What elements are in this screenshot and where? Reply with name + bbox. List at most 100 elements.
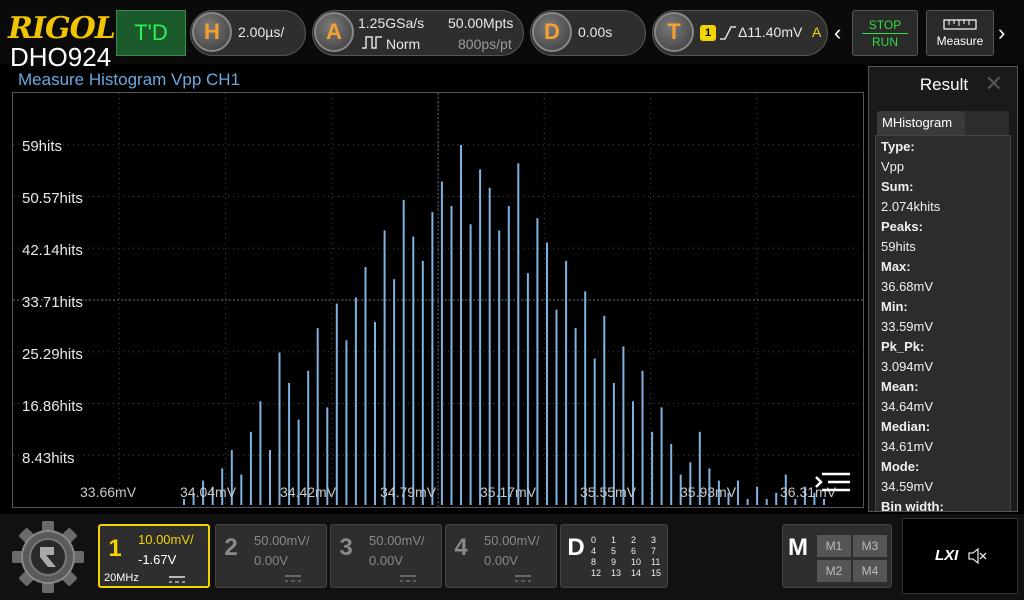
rising-edge-icon <box>720 26 736 40</box>
chevron-right-icon[interactable]: › <box>998 20 1005 46</box>
math-m3[interactable]: M3 <box>853 535 887 557</box>
histogram-bar <box>536 218 539 505</box>
result-label-bin-width: Bin width: <box>881 499 944 512</box>
chevron-left-icon[interactable]: ‹ <box>834 20 841 46</box>
histogram-bar <box>364 267 367 505</box>
histogram-bar <box>249 431 252 505</box>
run-label: RUN <box>872 35 898 49</box>
speaker-muted-icon[interactable] <box>967 547 987 565</box>
acquire-icon[interactable]: A <box>314 12 354 52</box>
lxi-status[interactable]: LXI <box>902 518 1018 594</box>
trigger-icon[interactable]: T <box>654 12 694 52</box>
y-label-0: 59hits <box>22 138 63 155</box>
channel-1-scale: 10.00mV/ <box>138 532 194 547</box>
result-value-max: 36.68mV <box>881 279 934 294</box>
y-label-3: 33.71hits <box>22 294 83 311</box>
histogram-bar <box>660 407 663 505</box>
horizontal-icon[interactable]: H <box>192 12 232 52</box>
result-label-max: Max: <box>881 259 911 274</box>
model-name: DHO924 <box>10 42 112 72</box>
channel-4-box[interactable]: 4 50.00mV/ 0.00V <box>445 524 557 588</box>
x-label-3: 34.79mV <box>380 484 437 500</box>
math-m2[interactable]: M2 <box>817 560 851 582</box>
acquire-mode: Norm <box>386 36 421 52</box>
gear-menu-icon[interactable] <box>8 518 88 596</box>
channel-2-box[interactable]: 2 50.00mV/ 0.00V <box>215 524 327 588</box>
result-value-peaks: 59hits <box>881 239 916 254</box>
digital-bit: 5 <box>611 546 617 556</box>
histogram-bar <box>269 450 271 505</box>
memory-depth: 50.00Mpts <box>448 15 514 31</box>
measure-button[interactable]: Measure <box>926 10 994 56</box>
stop-run-button[interactable]: STOP RUN <box>852 10 918 56</box>
menu-collapse-icon[interactable] <box>814 470 852 498</box>
tab-empty[interactable] <box>965 111 1009 135</box>
result-label-peaks: Peaks: <box>881 219 923 234</box>
brand-logo: RIGOL <box>8 11 116 46</box>
y-label-1: 50.57hits <box>22 190 83 207</box>
trigger-level: Δ11.40mV <box>738 24 803 40</box>
horizontal-scale: 2.00µs/ <box>238 24 285 40</box>
channel-4-number: 4 <box>454 534 468 561</box>
histogram-bar <box>479 169 482 505</box>
histogram-bar <box>259 401 262 505</box>
digital-bit: 6 <box>631 546 637 556</box>
delay-icon[interactable]: D <box>532 12 572 52</box>
histogram-bar <box>393 279 396 505</box>
math-channels-box[interactable]: M M1 M3 M2 M4 <box>782 524 892 588</box>
lxi-logo: LXI <box>935 547 959 564</box>
histogram-bar <box>460 145 462 505</box>
histogram-bar <box>507 206 510 505</box>
y-label-4: 25.29hits <box>22 346 83 363</box>
digital-channels-box[interactable]: D 0 1 2 3 4 5 6 7 8 9 10 11 12 13 14 15 <box>560 524 668 588</box>
digital-bit: 14 <box>631 568 642 578</box>
result-label-pkpk: Pk_Pk: <box>881 339 925 354</box>
channel-3-box[interactable]: 3 50.00mV/ 0.00V <box>330 524 442 588</box>
channel-3-scale: 50.00mV/ <box>369 533 425 548</box>
dc-coupling-icon <box>515 575 531 582</box>
histogram-bar <box>565 260 568 505</box>
digital-bit: 3 <box>651 535 657 545</box>
math-m4[interactable]: M4 <box>853 560 887 582</box>
measure-label: Measure <box>936 34 984 48</box>
histogram-bar <box>383 230 386 505</box>
digital-bit: 0 <box>591 535 597 545</box>
digital-bit: 2 <box>631 535 637 545</box>
result-value-type: Vpp <box>881 159 905 174</box>
dc-coupling-icon <box>285 575 301 582</box>
result-value-mean: 34.64mV <box>881 399 934 414</box>
digital-bit: 1 <box>611 535 617 545</box>
histogram-bar <box>651 431 654 505</box>
histogram-bar <box>450 206 453 505</box>
histogram-bar <box>421 260 424 505</box>
histogram-bar <box>374 321 376 505</box>
time-per-point: 800ps/pt <box>458 36 512 52</box>
x-label-2: 34.42mV <box>280 484 337 500</box>
result-value-sum: 2.074khits <box>881 199 941 214</box>
digital-bit: 9 <box>611 557 617 567</box>
channel-1-number: 1 <box>108 535 122 562</box>
math-m1[interactable]: M1 <box>817 535 851 557</box>
acquire-waveform-icon <box>362 36 382 49</box>
histogram-bar <box>412 236 415 505</box>
result-value-pkpk: 3.094mV <box>881 359 934 374</box>
top-bar: RIGOL DHO924 T'D H 2.00µs/ A 1.25GSa/s N… <box>0 0 1024 70</box>
digital-bit: 13 <box>611 568 622 578</box>
result-value-min: 33.59mV <box>881 319 934 334</box>
histogram-plot-area[interactable] <box>12 92 864 508</box>
dc-coupling-icon <box>400 575 416 582</box>
result-value-median: 34.61mV <box>881 439 934 454</box>
digital-bit: 11 <box>651 557 661 567</box>
histogram-bar <box>402 199 405 505</box>
tab-mhistogram[interactable]: MHistogram <box>877 111 965 135</box>
result-label-type: Type: <box>881 139 915 154</box>
td-button[interactable]: T'D <box>116 10 186 56</box>
histogram-bar <box>526 273 529 505</box>
channel-1-box[interactable]: 1 10.00mV/ -1.67V 20MHz <box>98 524 210 588</box>
x-label-4: 35.17mV <box>480 484 537 500</box>
channel-1-bandwidth: 20MHz <box>104 572 139 584</box>
result-list[interactable]: Type: Vpp Sum: 2.074khits Peaks: 59hits … <box>875 135 1011 512</box>
histogram-bar <box>670 444 673 505</box>
close-icon[interactable]: ✕ <box>985 71 1003 97</box>
channel-2-number: 2 <box>224 534 238 561</box>
